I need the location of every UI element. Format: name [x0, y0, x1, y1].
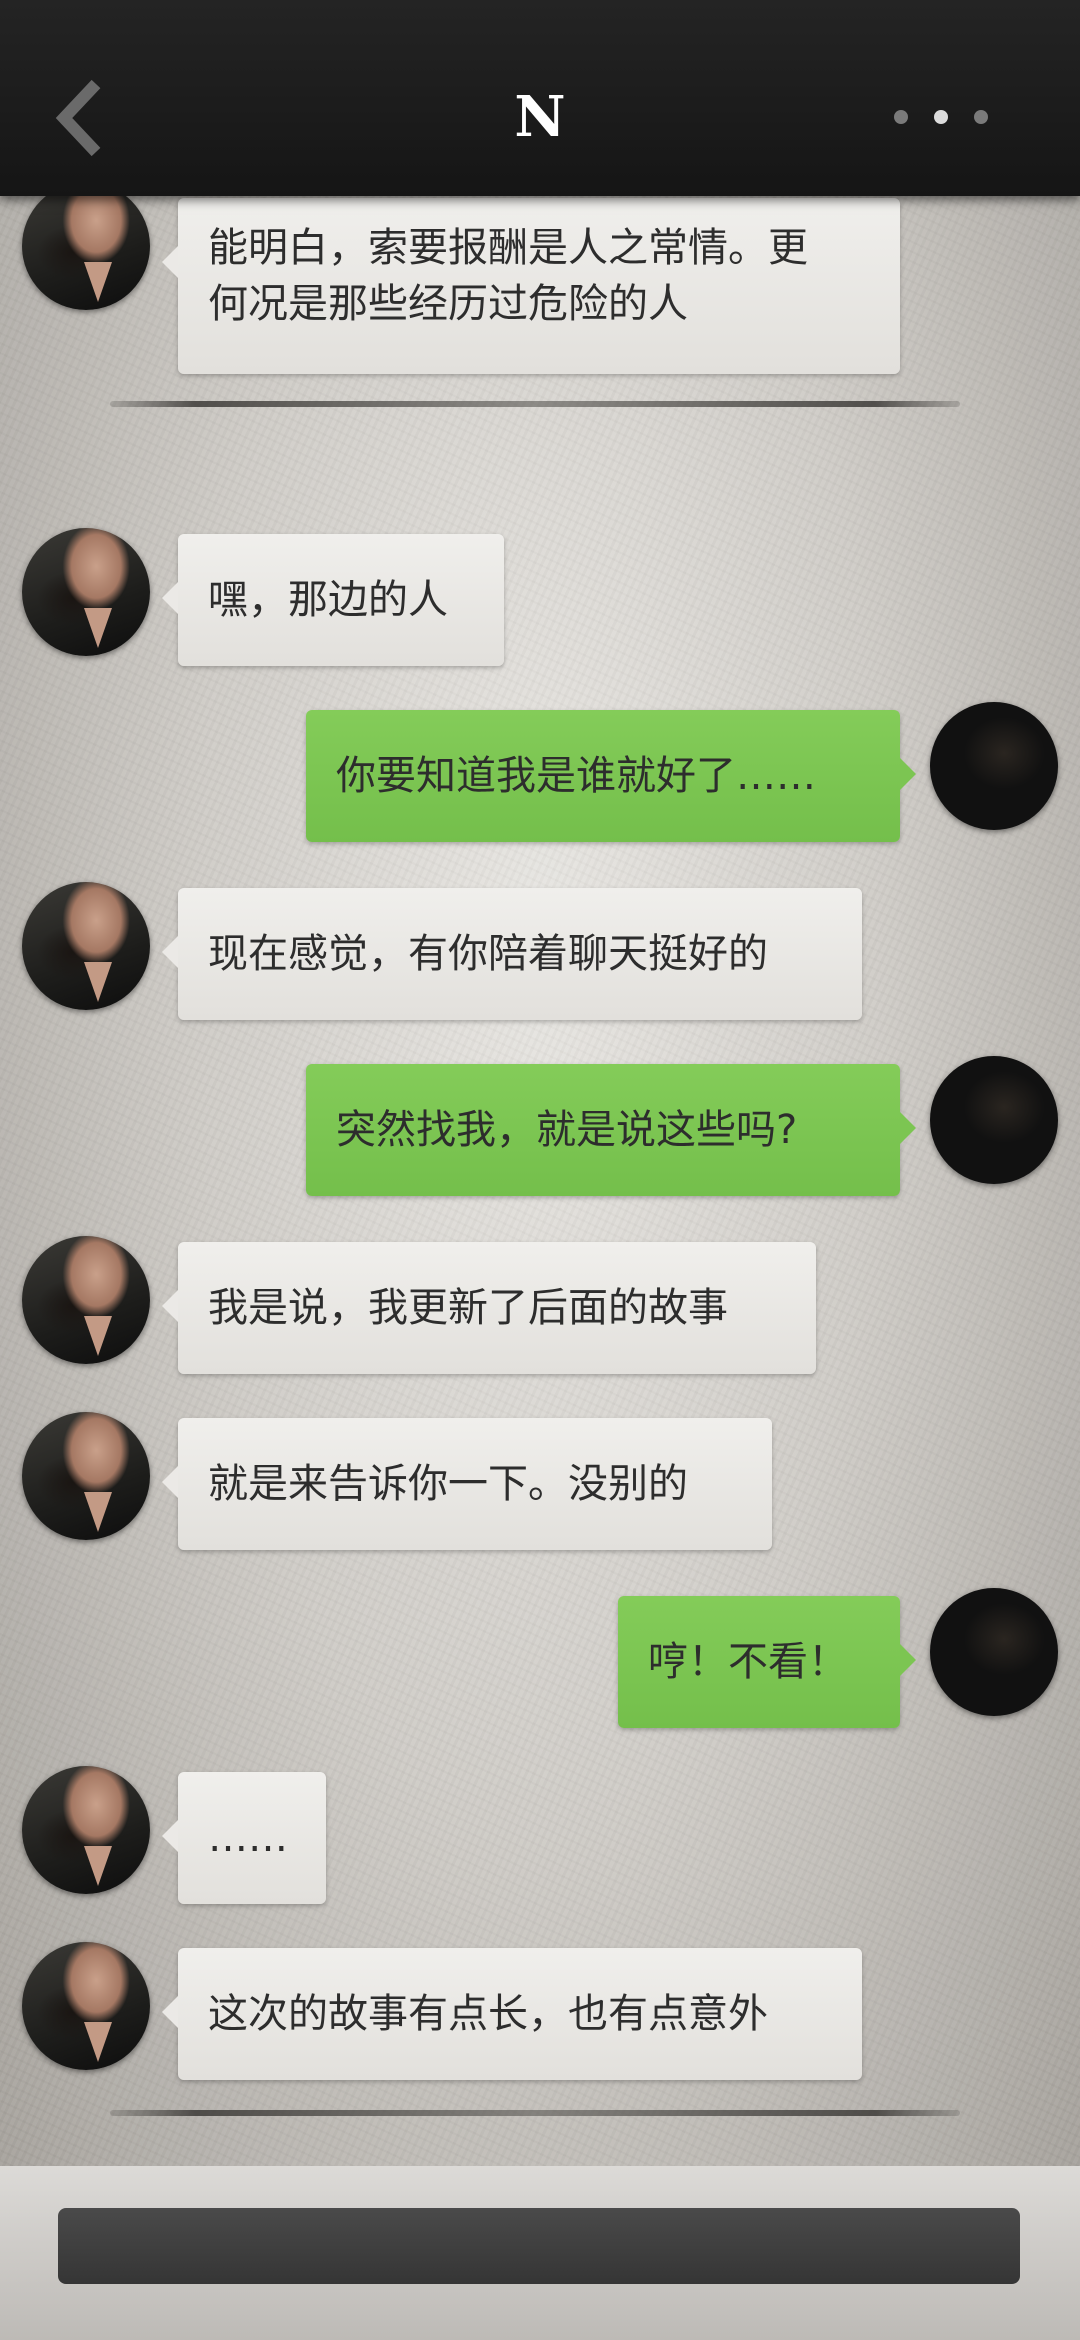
user-avatar[interactable] [930, 1056, 1058, 1184]
message-bubble-incoming[interactable]: 现在感觉，有你陪着聊天挺好的 [162, 888, 862, 1020]
contact-avatar[interactable] [22, 528, 150, 656]
dot [894, 110, 908, 124]
user-avatar[interactable] [930, 702, 1058, 830]
message-text: 就是来告诉你一下。没别的 [208, 1461, 688, 1507]
message-bubble-incoming[interactable]: 能明白，索要报酬是人之常情。更 何况是那些经历过危险的人 [162, 198, 900, 374]
contact-avatar[interactable] [22, 1412, 150, 1540]
contact-avatar[interactable] [22, 1942, 150, 2070]
message-text-line: 能明白，索要报酬是人之常情。更 [208, 225, 808, 271]
message-bubble-incoming[interactable]: 这次的故事有点长，也有点意外 [162, 1948, 862, 2080]
message-bubble-incoming[interactable]: 我是说，我更新了后面的故事 [162, 1242, 816, 1374]
contact-avatar[interactable] [22, 182, 150, 310]
top-bar: N [0, 0, 1080, 196]
message-text: 哼！不看！ [648, 1639, 848, 1685]
message-bubble-incoming[interactable]: 嘿，那边的人 [162, 534, 504, 666]
message-bubble-incoming[interactable]: 就是来告诉你一下。没别的 [162, 1418, 772, 1550]
bottom-bar [0, 2166, 1080, 2340]
message-text: 这次的故事有点长，也有点意外 [208, 1991, 768, 2037]
more-dots-icon[interactable] [888, 104, 998, 130]
divider [110, 401, 960, 407]
message-text: 你要知道我是谁就好了…… [336, 753, 816, 799]
message-text: …… [208, 1815, 288, 1861]
message-text: 现在感觉，有你陪着聊天挺好的 [208, 931, 768, 977]
dot [974, 110, 988, 124]
message-text: 突然找我，就是说这些吗? [336, 1107, 798, 1153]
dot [934, 110, 948, 124]
message-bubble-outgoing[interactable]: 突然找我，就是说这些吗? [306, 1064, 916, 1196]
message-bubble-incoming[interactable]: …… [162, 1772, 326, 1904]
message-text-line: 何况是那些经历过危险的人 [208, 281, 688, 327]
message-text: 我是说，我更新了后面的故事 [208, 1285, 728, 1331]
user-avatar[interactable] [930, 1588, 1058, 1716]
message-bubble-outgoing[interactable]: 你要知道我是谁就好了…… [306, 710, 916, 842]
message-bubble-outgoing[interactable]: 哼！不看！ [618, 1596, 916, 1728]
contact-avatar[interactable] [22, 1236, 150, 1364]
message-input[interactable] [58, 2208, 1020, 2284]
divider [110, 2110, 960, 2116]
contact-avatar[interactable] [22, 1766, 150, 1894]
message-text: 嘿，那边的人 [208, 577, 448, 623]
contact-avatar[interactable] [22, 882, 150, 1010]
